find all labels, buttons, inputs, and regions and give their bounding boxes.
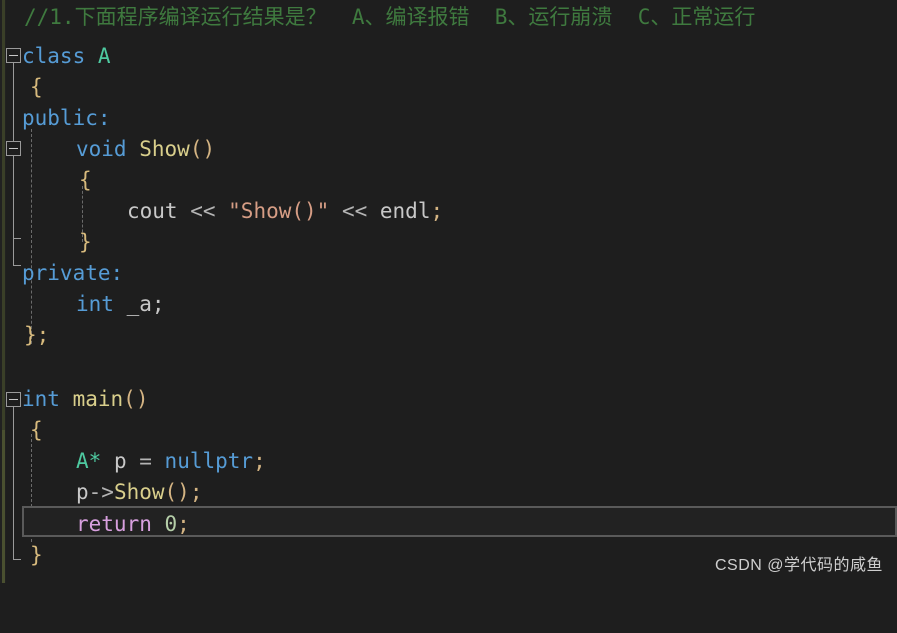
code-line[interactable]: A* p = nullptr; — [0, 446, 897, 477]
token-group: int main() — [22, 384, 148, 415]
code-line-current[interactable]: return 0; — [0, 509, 897, 540]
code-line[interactable]: }; — [0, 320, 897, 351]
token-member-var: _a; — [113, 292, 165, 316]
token-stream-op: << — [177, 199, 229, 223]
token-nullptr: nullptr — [164, 449, 254, 473]
code-line[interactable]: int main() — [0, 384, 897, 415]
token-var-p: p — [101, 449, 140, 473]
token-cout: cout — [127, 199, 178, 223]
token-open-brace: { — [30, 75, 43, 99]
token-group: cout << "Show()" << endl; — [127, 196, 443, 227]
token-semicolon: ; — [430, 199, 444, 223]
code-line[interactable]: void Show() — [0, 134, 897, 165]
token-keyword-return: return — [76, 512, 152, 536]
code-line[interactable]: p->Show(); — [0, 477, 897, 508]
token-class-close: }; — [24, 323, 50, 347]
token-group: return 0; — [76, 509, 190, 540]
token-keyword-int: int — [22, 387, 60, 411]
code-line[interactable]: } — [0, 227, 897, 258]
token-function-show: Show — [139, 137, 190, 161]
token-group: void Show() — [76, 134, 215, 165]
token-comment: //1.下面程序编译运行结果是？ A、编译报错 B、运行崩溃 C、正常运行 — [24, 5, 756, 29]
code-line[interactable]: cout << "Show()" << endl; — [0, 196, 897, 227]
token-function-main: main — [72, 387, 124, 411]
code-editor-surface[interactable]: //1.下面程序编译运行结果是？ A、编译报错 B、运行崩溃 C、正常运行 cl… — [0, 0, 897, 583]
code-line[interactable]: { — [0, 72, 897, 103]
code-line[interactable]: private: — [0, 258, 897, 289]
token-parens: () — [123, 387, 149, 411]
token-type-a: A — [76, 449, 89, 473]
token-class-name: A — [97, 44, 111, 68]
code-line[interactable]: class A — [0, 41, 897, 72]
token-semicolon: ; — [253, 449, 266, 473]
token-assign: = — [139, 449, 165, 473]
code-line[interactable]: { — [0, 415, 897, 446]
token-keyword-int: int — [76, 292, 114, 316]
token-group: int _a; — [76, 289, 165, 320]
csdn-watermark: CSDN @学代码的咸鱼 — [714, 557, 883, 574]
token-pointer-star: * — [88, 449, 102, 473]
token-parens: () — [189, 137, 216, 161]
token-group: class A — [22, 41, 111, 72]
token-arrow-operator: -> — [88, 480, 114, 504]
code-line[interactable]: public: — [0, 103, 897, 134]
token-stream-op: << — [329, 199, 380, 223]
token-semicolon: ; — [177, 512, 190, 536]
token-number-zero: 0 — [151, 512, 178, 536]
code-line[interactable]: { — [0, 165, 897, 196]
token-open-brace: { — [30, 418, 43, 442]
token-close-brace: } — [79, 230, 92, 254]
code-line[interactable]: int _a; — [0, 289, 897, 320]
token-open-brace: { — [79, 168, 92, 192]
token-keyword-class: class — [22, 44, 86, 68]
token-group: A* p = nullptr; — [76, 446, 266, 477]
token-string-literal: "Show()" — [228, 199, 330, 223]
token-var-p: p — [76, 480, 89, 504]
code-line[interactable]: //1.下面程序编译运行结果是？ A、编译报错 B、运行崩溃 C、正常运行 — [0, 2, 897, 33]
token-keyword-void: void — [76, 137, 127, 161]
token-function-show: Show — [113, 480, 165, 504]
token-call-tail: (); — [164, 480, 203, 504]
token-close-brace: } — [30, 543, 43, 567]
token-access-public: public: — [22, 106, 111, 130]
token-group: p->Show(); — [76, 477, 202, 508]
token-endl: endl — [379, 199, 431, 223]
token-access-private: private: — [22, 261, 124, 285]
